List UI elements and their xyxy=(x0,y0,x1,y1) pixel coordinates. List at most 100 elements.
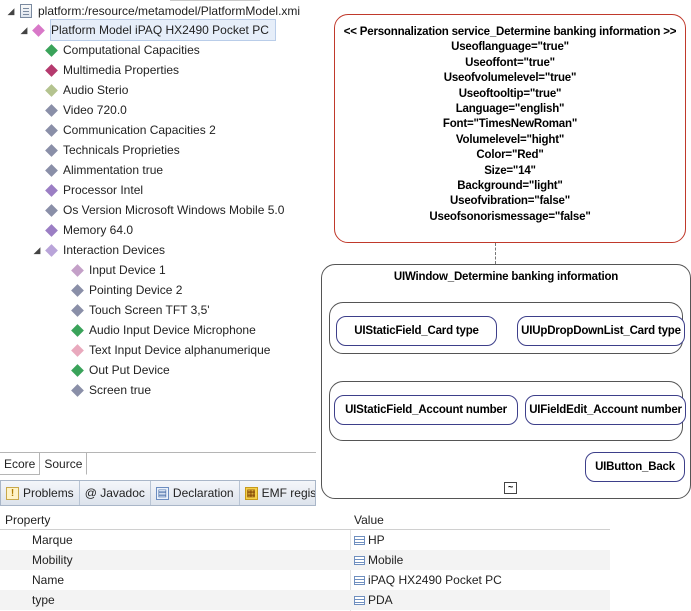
button-back[interactable]: UIButton_Back xyxy=(585,452,685,482)
eobject-icon xyxy=(71,323,84,337)
tree-item[interactable]: Processor Intel xyxy=(43,180,143,200)
property-value: PDA xyxy=(368,593,393,607)
tree-item-label: Screen true xyxy=(89,383,152,397)
tab-declaration-label: Declaration xyxy=(172,486,234,500)
dropdown-card-type[interactable]: UIUpDropDownList_Card type xyxy=(517,316,685,346)
tab-problems-label: Problems xyxy=(23,486,74,500)
static-field-account-number[interactable]: UIStaticField_Account number xyxy=(334,395,518,425)
tree-item-interaction-devices[interactable]: ◢ Interaction Devices xyxy=(31,240,166,260)
property-row-type[interactable]: type PDA xyxy=(0,590,610,610)
tree-item[interactable]: Memory 64.0 xyxy=(43,220,133,240)
text-value-icon xyxy=(354,535,365,545)
emf-registered-icon: ▦ xyxy=(244,486,258,500)
eobject-icon xyxy=(71,283,84,297)
tree-model-node[interactable]: ◢ Platform Model iPAQ HX2490 Pocket PC xyxy=(18,19,276,41)
expand-arrow-icon[interactable]: ◢ xyxy=(5,1,17,21)
tree-child-item[interactable]: Out Put Device xyxy=(69,360,170,380)
tree-item-label: Communication Capacities 2 xyxy=(63,123,216,137)
xmi-file-icon xyxy=(20,4,32,18)
property-row-marque[interactable]: Marque HP xyxy=(0,530,610,550)
tree-child-item[interactable]: Text Input Device alphanumerique xyxy=(69,340,270,360)
eobject-icon xyxy=(71,363,84,377)
personalization-attribute: Useoffont="true" xyxy=(465,56,555,69)
tab-emf-registered[interactable]: ▦ EMF registered xyxy=(240,481,315,505)
personalization-attribute: Size="14" xyxy=(484,164,536,177)
tree-child-item[interactable]: Audio Input Device Microphone xyxy=(69,320,256,340)
tree-item-label: Memory 64.0 xyxy=(63,223,134,237)
tree-item-label: Pointing Device 2 xyxy=(89,283,183,297)
tree-item-label: Processor Intel xyxy=(63,183,144,197)
editor-tab-bar: Ecore Source xyxy=(0,452,316,476)
eobject-icon xyxy=(45,103,58,117)
problems-icon: ! xyxy=(6,486,19,500)
personalization-attribute: Useoftooltip="true" xyxy=(458,87,562,100)
tree-item-label: Interaction Devices xyxy=(63,243,166,257)
property-name: Name xyxy=(32,573,65,587)
eobject-icon xyxy=(45,143,58,157)
personalization-attribute: Useoflanguage="true" xyxy=(451,41,569,54)
text-value-icon xyxy=(354,595,365,605)
tree-item[interactable]: Communication Capacities 2 xyxy=(43,120,216,140)
tree-item[interactable]: Multimedia Properties xyxy=(43,60,179,80)
tree-item-label: Technicals Proprieties xyxy=(63,143,180,157)
personalization-service-box[interactable]: << Personnalization service_Determine ba… xyxy=(334,14,686,243)
tree-item-label: Computational Capacities xyxy=(63,43,200,57)
personalization-attribute: Language="english" xyxy=(455,103,565,116)
properties-header: Property Value xyxy=(0,510,610,530)
static-field-card-type[interactable]: UIStaticField_Card type xyxy=(336,316,497,346)
tree-item-label: Multimedia Properties xyxy=(63,63,180,77)
eobject-icon xyxy=(45,203,58,217)
personalization-attribute: Color="Red" xyxy=(476,149,544,162)
tree-item[interactable]: Alimmentation true xyxy=(43,160,163,180)
tree-child-item[interactable]: Pointing Device 2 xyxy=(69,280,182,300)
text-value-icon xyxy=(354,555,365,565)
view-tab-bar: ! Problems @ Javadoc ▤ Declaration ▦ EMF… xyxy=(0,480,316,506)
personalization-stereotype: << Personnalization service_Determine ba… xyxy=(343,26,677,38)
tree-item[interactable]: Os Version Microsoft Windows Mobile 5.0 xyxy=(43,200,284,220)
properties-view: Property Value Marque HP Mobility Mobile… xyxy=(0,510,610,611)
property-name: type xyxy=(32,593,55,607)
eobject-icon xyxy=(45,63,58,77)
tree-item[interactable]: Computational Capacities xyxy=(43,40,200,60)
eobject-icon xyxy=(71,383,84,397)
property-row-name[interactable]: Name iPAQ HX2490 Pocket PC xyxy=(0,570,610,590)
eobject-icon xyxy=(45,123,58,137)
tree-item-label: Touch Screen TFT 3,5' xyxy=(89,303,210,317)
property-column-header[interactable]: Property xyxy=(5,513,50,527)
tab-ecore[interactable]: Ecore xyxy=(0,453,41,475)
ecore-tree-editor: ◢ platform:/resource/metamodel/PlatformM… xyxy=(0,0,316,452)
tree-item-label: Alimmentation true xyxy=(63,163,164,177)
personalization-attribute: Volumelevel="hight" xyxy=(455,133,565,146)
tree-item[interactable]: Video 720.0 xyxy=(43,100,127,120)
tree-child-item[interactable]: Input Device 1 xyxy=(69,260,166,280)
collapse-toggle-icon[interactable]: ~ xyxy=(504,482,517,494)
tree-item-label: Os Version Microsoft Windows Mobile 5.0 xyxy=(63,203,285,217)
property-row-mobility[interactable]: Mobility Mobile xyxy=(0,550,610,570)
uiwindow-box[interactable]: UIWindow_Determine banking information U… xyxy=(321,264,691,499)
tab-source[interactable]: Source xyxy=(40,453,88,475)
tree-item[interactable]: Audio Sterio xyxy=(43,80,128,100)
tab-javadoc[interactable]: @ Javadoc xyxy=(80,481,151,505)
tab-declaration[interactable]: ▤ Declaration xyxy=(151,481,240,505)
text-value-icon xyxy=(354,575,365,585)
tab-problems[interactable]: ! Problems xyxy=(1,481,80,505)
tree-item-label: Input Device 1 xyxy=(89,263,166,277)
tree-item[interactable]: Technicals Proprieties xyxy=(43,140,180,160)
personalization-attribute: Useofvolumelevel="true" xyxy=(443,72,577,85)
personalization-attribute: Useofsonorismessage="false" xyxy=(429,210,591,223)
field-edit-account-number[interactable]: UIFieldEdit_Account number xyxy=(525,395,686,425)
tree-root-node[interactable]: ◢ platform:/resource/metamodel/PlatformM… xyxy=(5,1,300,21)
tree-child-item[interactable]: Touch Screen TFT 3,5' xyxy=(69,300,210,320)
connector-line xyxy=(495,243,496,264)
personalization-attribute: Font="TimesNewRoman" xyxy=(442,118,578,131)
expand-arrow-icon[interactable]: ◢ xyxy=(31,240,43,260)
tree-child-item[interactable]: Screen true xyxy=(69,380,151,400)
property-value: HP xyxy=(368,533,385,547)
eobject-icon xyxy=(71,263,84,277)
property-name: Mobility xyxy=(32,553,73,567)
value-column-header[interactable]: Value xyxy=(354,513,384,527)
eobject-icon xyxy=(45,243,58,257)
tree-model-label: Platform Model iPAQ HX2490 Pocket PC xyxy=(50,19,276,41)
eobject-icon xyxy=(45,83,58,97)
expand-arrow-icon[interactable]: ◢ xyxy=(18,20,30,40)
